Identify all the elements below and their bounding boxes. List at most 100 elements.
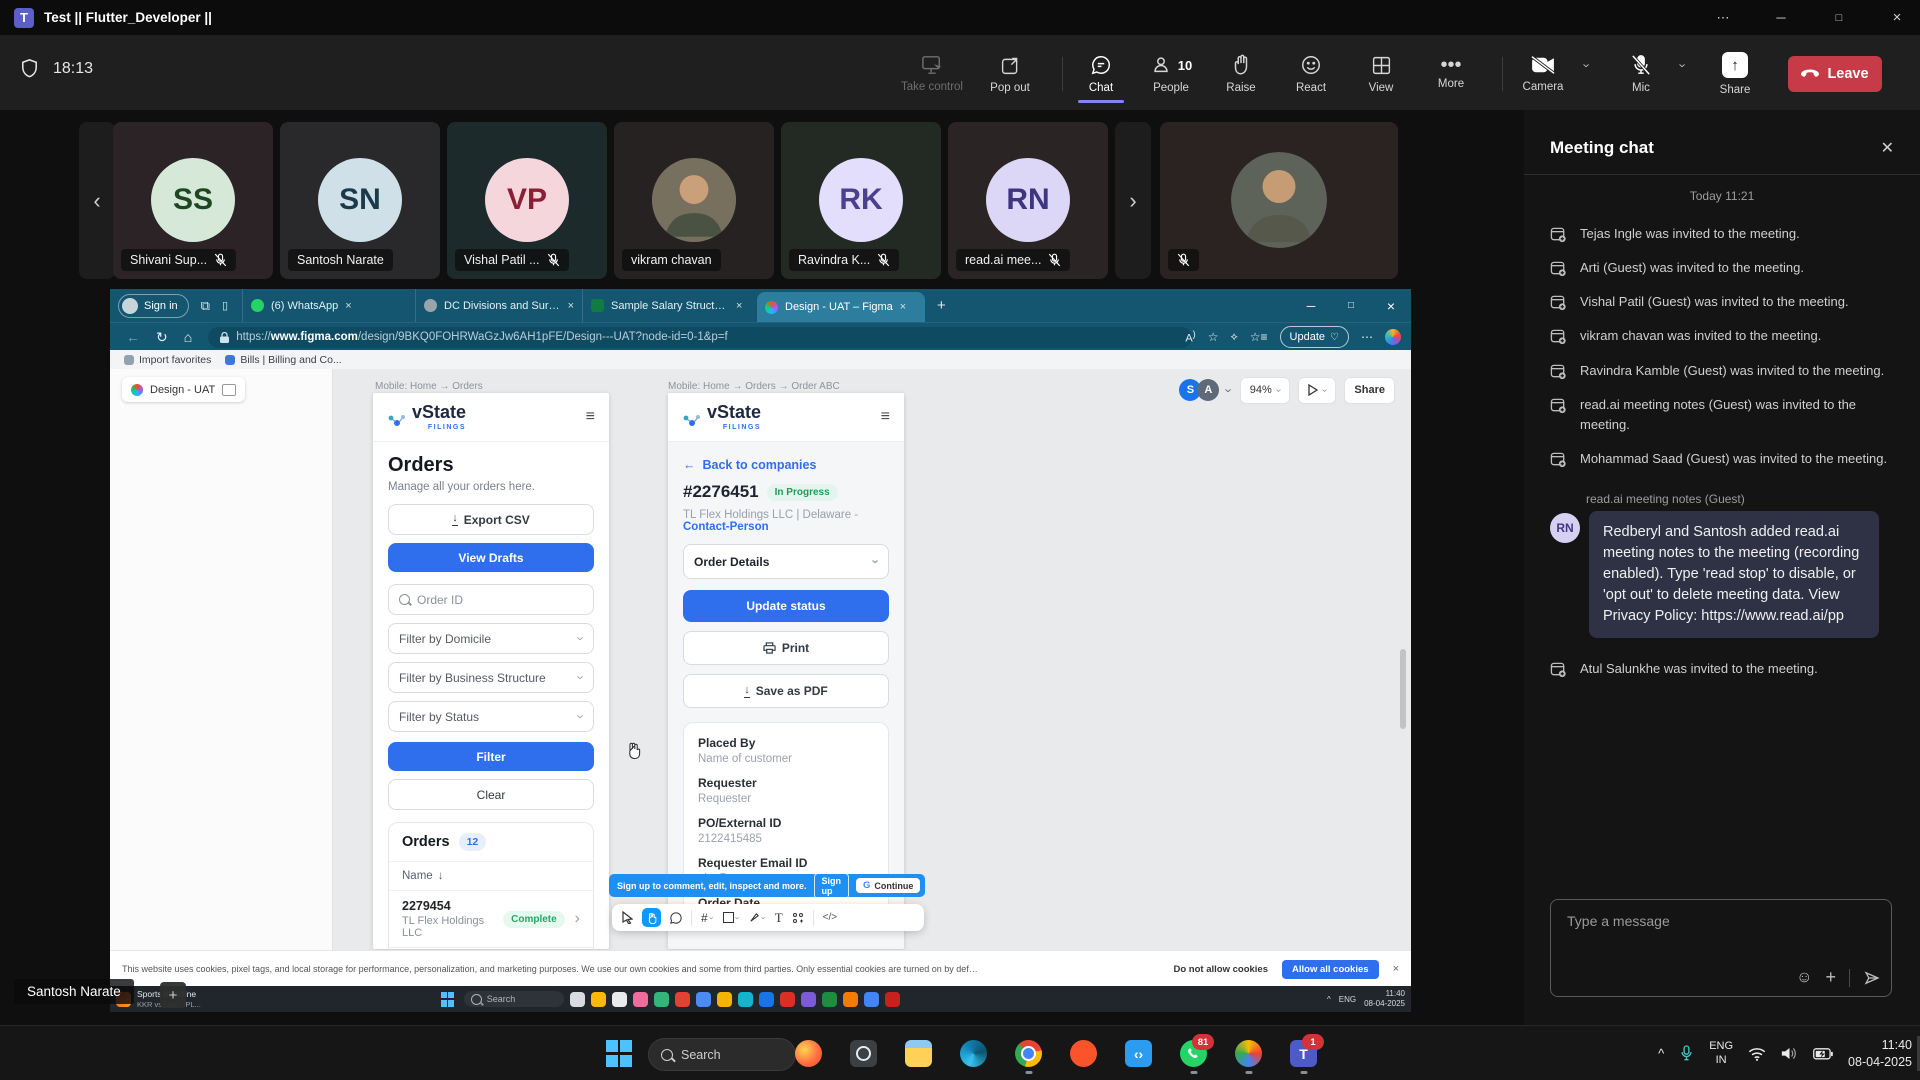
text-tool[interactable]: T [775, 910, 783, 926]
browser-signin-button[interactable]: Sign in [118, 294, 189, 318]
shared-search-pill[interactable]: Search [464, 991, 564, 1007]
pinned-app-icon[interactable] [612, 992, 627, 1007]
favorites-bookmark[interactable]: Bills | Billing and Co... [225, 354, 341, 366]
file-explorer-icon[interactable] [905, 1040, 932, 1067]
banner-signup-button[interactable]: Sign up [814, 873, 850, 899]
wifi-icon[interactable] [1748, 1047, 1766, 1061]
pinned-app-icon[interactable] [843, 992, 858, 1007]
participant-tile[interactable]: RN read.ai mee... [948, 122, 1108, 279]
present-button[interactable]: › [1298, 377, 1336, 404]
figma-frame-order-detail[interactable]: vStateFILINGS ≡ ← Back to companies #227… [668, 393, 904, 949]
order-id-input[interactable]: Order ID [388, 584, 594, 615]
vscode-icon[interactable]: ‹› [1125, 1040, 1152, 1067]
tab-close-icon[interactable]: × [345, 300, 351, 312]
participant-tile[interactable]: vikram chavan [614, 122, 774, 279]
more-button[interactable]: ••• More [1416, 45, 1486, 103]
maximize-button[interactable]: □ [1816, 0, 1862, 35]
view-button[interactable]: View [1346, 45, 1416, 103]
participant-tile-pinned[interactable] [1160, 122, 1398, 279]
teams-taskbar-icon[interactable]: T 1 [1290, 1040, 1317, 1067]
settings-dots-icon[interactable]: ⋯ [1361, 330, 1373, 344]
attach-plus-icon[interactable]: + [1825, 967, 1836, 988]
react-button[interactable]: React [1276, 45, 1346, 103]
participant-tile[interactable]: SN Santosh Narate [280, 122, 440, 279]
home-icon[interactable]: ⌂ [184, 329, 192, 345]
pinned-app-icon[interactable] [717, 992, 732, 1007]
contact-person-link[interactable]: Contact-Person [683, 521, 769, 533]
camera-button[interactable]: Camera [1508, 45, 1578, 103]
chat-close-icon[interactable]: ✕ [1881, 138, 1894, 158]
message-bubble[interactable]: Redberyl and Santosh added read.ai meeti… [1589, 511, 1879, 638]
hamburger-menu-icon[interactable]: ≡ [881, 408, 890, 426]
shared-clock[interactable]: 11:40 08-04-2025 [1364, 989, 1405, 1010]
favorites-import[interactable]: Import favorites [124, 354, 211, 366]
pinned-app-icon[interactable] [738, 992, 753, 1007]
participant-tile[interactable]: SS Shivani Sup... [113, 122, 273, 279]
browser-close-button[interactable]: × [1371, 289, 1411, 322]
deny-cookies-button[interactable]: Do not allow cookies [1174, 964, 1269, 975]
frame-breadcrumb[interactable]: Mobile: Home → Orders [375, 381, 483, 392]
pinned-app-icon[interactable] [822, 992, 837, 1007]
filmstrip-scroll-right[interactable]: › [1115, 122, 1151, 279]
tray-chevron-icon[interactable]: ^ [1327, 995, 1331, 1004]
dev-mode-toggle[interactable]: </> [823, 912, 837, 923]
filter-status-select[interactable]: Filter by Status › [388, 701, 594, 732]
taskbar-clock[interactable]: 11:40 08-04-2025 [1848, 1037, 1912, 1071]
figma-file-chip[interactable]: Design - UAT [122, 377, 245, 402]
browser-tab[interactable]: DC Divisions and Surroundings × [415, 289, 582, 322]
new-tab-button[interactable]: + [937, 297, 946, 314]
titlebar-more-icon[interactable]: ⋯ [1700, 0, 1746, 35]
emoji-icon[interactable]: ☺ [1796, 969, 1812, 987]
favorites-list-icon[interactable]: ☆≡ [1250, 330, 1268, 344]
order-details-select[interactable]: Order Details › [683, 544, 889, 579]
sort-desc-icon[interactable]: ↓ [438, 870, 444, 882]
favorite-star-icon[interactable]: ☆ [1208, 330, 1219, 344]
firefox-icon[interactable] [795, 1040, 822, 1067]
print-button[interactable]: Print [683, 631, 889, 665]
move-tool[interactable] [622, 911, 633, 924]
address-bar[interactable]: https://www.figma.com/design/9BKQ0FOHRWa… [208, 327, 1192, 348]
comment-tool[interactable] [670, 912, 682, 924]
column-header-name[interactable]: Name [402, 870, 433, 882]
chrome-beta-icon[interactable] [1235, 1040, 1262, 1067]
pinned-app-icon[interactable] [759, 992, 774, 1007]
chat-button[interactable]: Chat [1066, 45, 1136, 103]
language-indicator[interactable]: ENG IN [1709, 1040, 1733, 1068]
battery-icon[interactable] [1813, 1048, 1833, 1060]
tab-close-icon[interactable]: × [568, 300, 574, 312]
mic-button[interactable]: Mic [1606, 45, 1676, 103]
mic-options-button[interactable]: › [1668, 45, 1698, 103]
filmstrip-scroll-left[interactable]: ‹ [79, 122, 115, 279]
back-to-companies-link[interactable]: ← Back to companies [683, 442, 889, 472]
frame-breadcrumb[interactable]: Mobile: Home → Orders → Order ABC [668, 381, 840, 392]
browser-tab[interactable]: (6) WhatsApp × [242, 289, 415, 322]
workspaces-icon[interactable]: ⧉ [201, 298, 210, 314]
browser-update-button[interactable]: Update ♡ [1280, 326, 1349, 348]
browser-minimize-button[interactable]: ─ [1291, 289, 1331, 322]
edge-icon[interactable] [960, 1040, 987, 1067]
google-continue-button[interactable]: G Continue [856, 878, 920, 893]
raise-hand-button[interactable]: Raise [1206, 45, 1276, 103]
vertical-tabs-icon[interactable]: ▯ [222, 299, 228, 312]
taskbar-search[interactable]: Search [648, 1038, 796, 1071]
allow-cookies-button[interactable]: Allow all cookies [1282, 960, 1379, 979]
people-button[interactable]: 10 People [1136, 45, 1206, 103]
browser-maximize-button[interactable]: □ [1331, 289, 1371, 322]
pop-out-button[interactable]: Pop out [975, 45, 1045, 103]
pinned-app-icon[interactable] [864, 992, 879, 1007]
pinned-app-icon[interactable] [801, 992, 816, 1007]
volume-icon[interactable] [1781, 1046, 1798, 1061]
minimize-button[interactable]: ─ [1758, 0, 1804, 35]
collaborator-avatar[interactable]: A [1197, 379, 1219, 401]
leave-button[interactable]: Leave [1788, 56, 1882, 92]
canvas-scrollbar[interactable] [1400, 649, 1406, 729]
pinned-app-icon[interactable] [696, 992, 711, 1007]
brave-icon[interactable] [1070, 1040, 1097, 1067]
close-button[interactable]: × [1874, 0, 1920, 35]
send-icon[interactable] [1863, 969, 1881, 987]
camera-options-button[interactable]: › [1572, 45, 1602, 103]
participant-tile[interactable]: RK Ravindra K... [781, 122, 941, 279]
browser-tab-active[interactable]: Design - UAT – Figma × [757, 292, 925, 322]
view-drafts-button[interactable]: View Drafts [388, 543, 594, 572]
figma-share-button[interactable]: Share [1344, 377, 1395, 404]
